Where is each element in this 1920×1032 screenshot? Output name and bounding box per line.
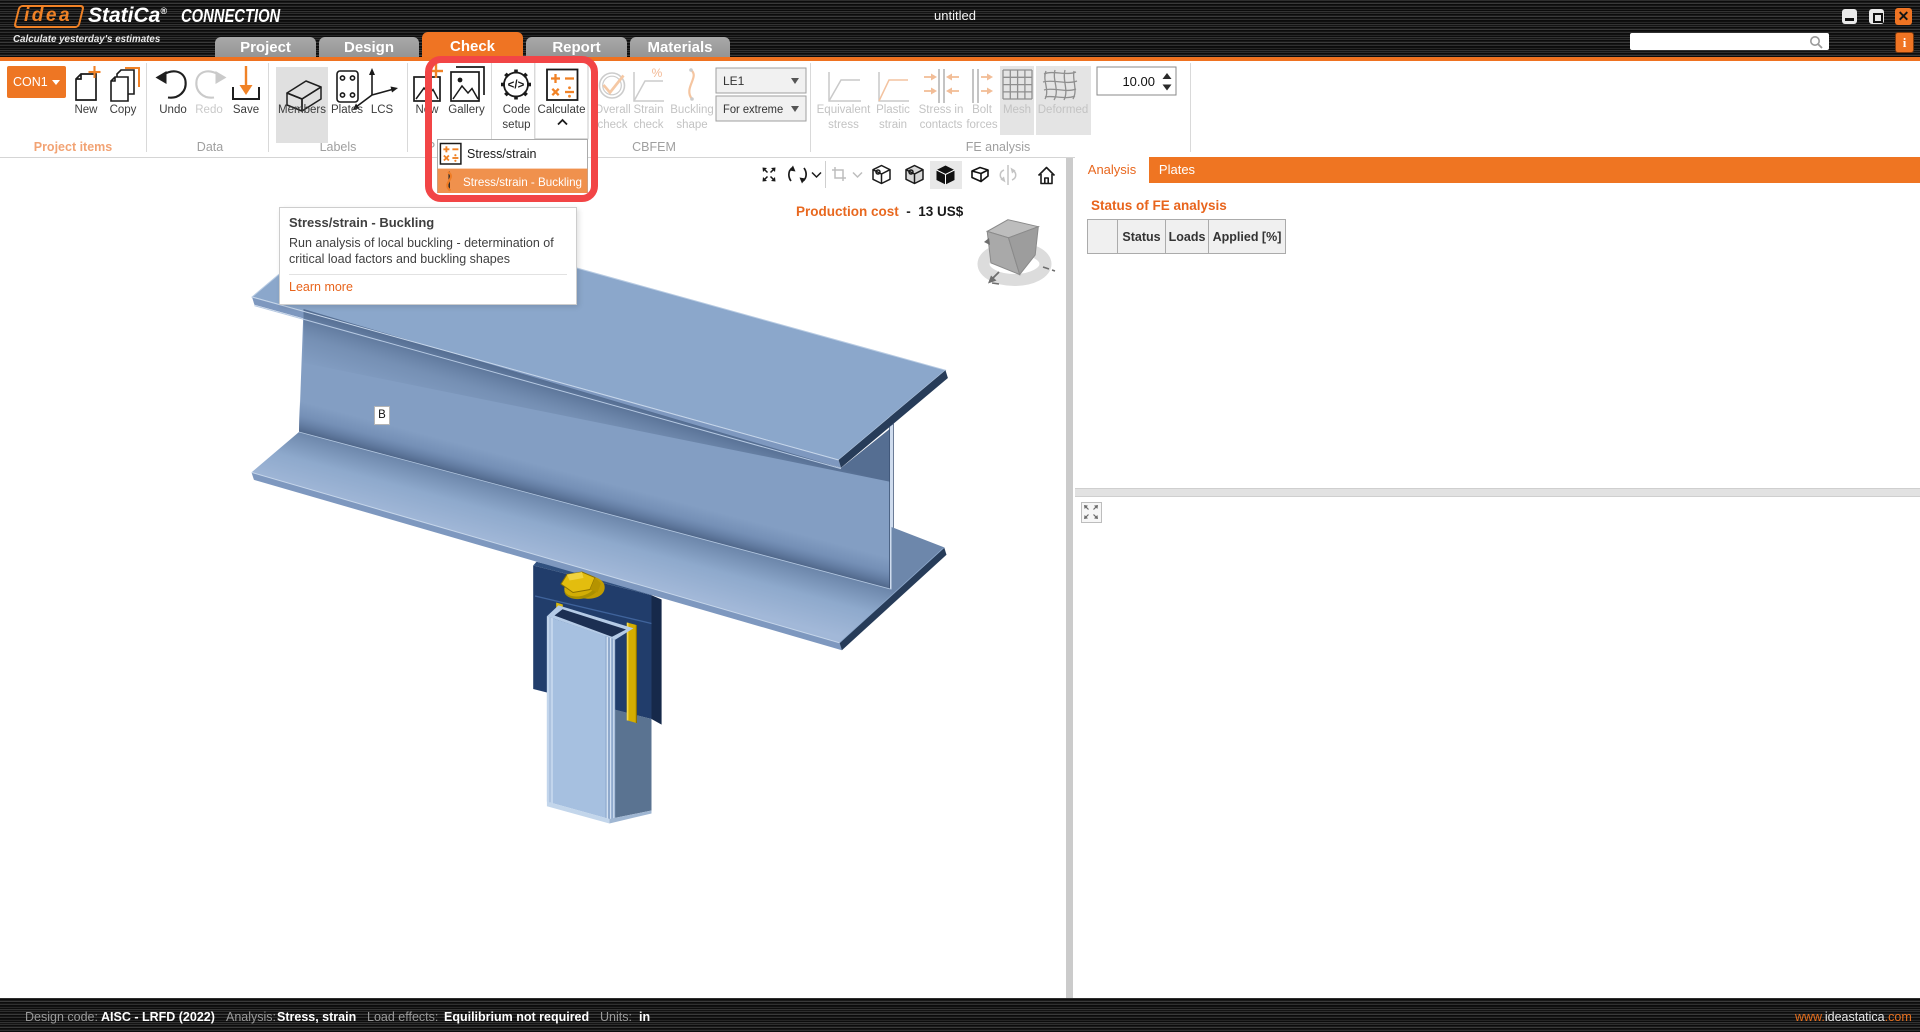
svg-text:%: % [652,66,663,80]
